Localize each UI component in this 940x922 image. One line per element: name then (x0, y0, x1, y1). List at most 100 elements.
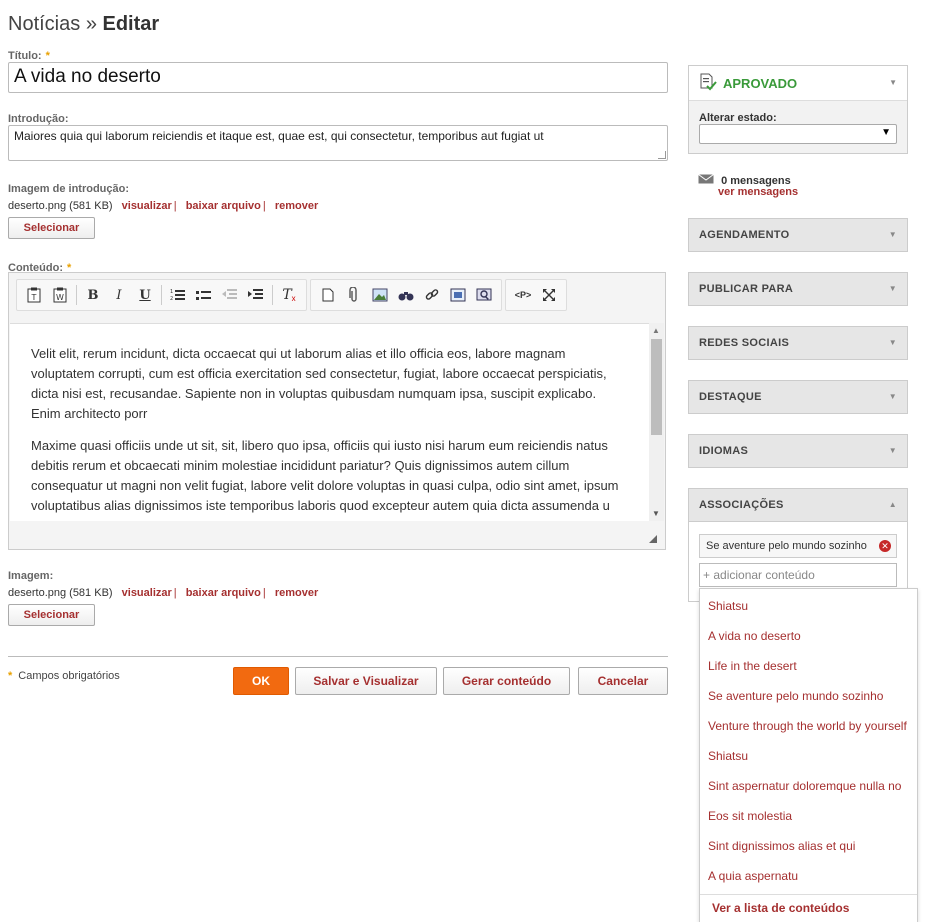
toolbar-separator (76, 285, 77, 305)
list-item[interactable]: Shiatsu (708, 599, 748, 613)
source-icon[interactable]: <P> (512, 284, 534, 306)
page-title: Notícias » Editar (8, 13, 159, 36)
list-item[interactable]: Shiatsu (708, 749, 748, 763)
paste-text-icon[interactable]: T (23, 284, 45, 306)
image-view-link[interactable]: visualizar (122, 587, 172, 599)
embed-icon[interactable] (447, 284, 469, 306)
panel-scheduling[interactable]: AGENDAMENTO ▼ (688, 218, 908, 252)
toolbar-group-clipboard: T W B I U 12 Tx (16, 279, 307, 311)
chevron-down-icon: ▼ (888, 392, 897, 401)
bulleted-list-icon[interactable] (193, 284, 215, 306)
toolbar-group-insert (310, 279, 502, 311)
italic-icon[interactable]: I (108, 284, 130, 306)
editor-scrollbar[interactable]: ▲ ▼ (649, 323, 664, 521)
panel-languages[interactable]: IDIOMAS ▼ (688, 434, 908, 468)
bold-icon[interactable]: B (82, 284, 104, 306)
intro-image-select-button[interactable]: Selecionar (8, 217, 95, 239)
editor-content-area[interactable]: Velit elit, rerum incidunt, dicta occaec… (10, 323, 649, 521)
messages-info: 0 mensagens ver mensagens (698, 174, 798, 198)
scroll-up-icon[interactable]: ▲ (652, 326, 660, 335)
content-paragraph: Velit elit, rerum incidunt, dicta occaec… (31, 346, 607, 421)
list-item[interactable]: A vida no deserto (708, 629, 801, 643)
outdent-icon[interactable] (219, 284, 241, 306)
breadcrumb-separator: » (85, 13, 97, 35)
rich-text-editor: T W B I U 12 Tx <P> Velit elit, rerum in… (8, 272, 666, 550)
panel-highlight[interactable]: DESTAQUE ▼ (688, 380, 908, 414)
intro-image-download-link[interactable]: baixar arquivo (186, 200, 261, 212)
attachment-icon[interactable] (343, 284, 365, 306)
intro-image-filename: deserto.png (581 KB) (8, 200, 113, 212)
image-filename: deserto.png (581 KB) (8, 587, 113, 599)
image-remove-link[interactable]: remover (275, 587, 318, 599)
intro-image-remove-link[interactable]: remover (275, 200, 318, 212)
list-item[interactable]: Life in the desert (708, 659, 797, 673)
content-paragraph: Maxime quasi officiis unde ut sit, sit, … (31, 438, 619, 513)
image-label: Imagem: (8, 570, 54, 582)
approved-doc-icon (699, 73, 717, 94)
save-preview-button[interactable]: Salvar e Visualizar (295, 667, 437, 695)
list-item[interactable]: Se aventure pelo mundo sozinho (708, 689, 883, 703)
panel-associations[interactable]: ASSOCIAÇÕES ▲ (688, 488, 908, 522)
status-header[interactable]: APROVADO ▼ (689, 66, 907, 101)
generate-content-button[interactable]: Gerar conteúdo (443, 667, 570, 695)
association-tag-label: Se aventure pelo mundo sozinho (706, 540, 867, 552)
breadcrumb-section[interactable]: Notícias (8, 13, 80, 35)
list-item[interactable]: Sint dignissimos alias et qui (708, 839, 855, 853)
new-page-icon[interactable] (317, 284, 339, 306)
intro-text: Maiores quia qui laborum reiciendis et i… (14, 129, 544, 143)
cancel-button[interactable]: Cancelar (578, 667, 668, 695)
chevron-down-icon[interactable]: ▼ (889, 78, 897, 87)
scrollbar-thumb[interactable] (651, 339, 662, 435)
toolbar-group-tools: <P> (505, 279, 567, 311)
list-item[interactable]: Sint aspernatur doloremque nulla no (708, 779, 901, 793)
image-icon[interactable] (369, 284, 391, 306)
image-download-link[interactable]: baixar arquivo (186, 587, 261, 599)
chevron-down-icon: ▼ (888, 230, 897, 239)
list-item[interactable]: Venture through the world by yourself (708, 719, 907, 733)
title-label: Título: * (8, 50, 50, 62)
link-icon[interactable] (421, 284, 443, 306)
panel-social-networks[interactable]: REDES SOCIAIS ▼ (688, 326, 908, 360)
resize-handle-icon[interactable] (658, 151, 666, 159)
image-file: deserto.png (581 KB) visualizar | baixar … (8, 587, 319, 599)
add-content-input[interactable]: + adicionar conteúdo (699, 563, 897, 587)
scroll-down-icon[interactable]: ▼ (652, 509, 660, 518)
required-marker: * (45, 50, 50, 62)
paste-word-icon[interactable]: W (49, 284, 71, 306)
image-select-button[interactable]: Selecionar (8, 604, 95, 626)
intro-image-file: deserto.png (581 KB) visualizar | baixar … (8, 200, 319, 212)
ok-button[interactable]: OK (233, 667, 289, 695)
list-item[interactable]: Eos sit molestia (708, 809, 792, 823)
underline-icon[interactable]: U (134, 284, 156, 306)
breadcrumb-current: Editar (102, 13, 160, 35)
intro-image-view-link[interactable]: visualizar (122, 200, 172, 212)
svg-text:T: T (31, 293, 37, 302)
numbered-list-icon[interactable]: 12 (167, 284, 189, 306)
chevron-down-icon: ▼ (888, 284, 897, 293)
intro-textarea[interactable]: Maiores quia qui laborum reiciendis et i… (8, 125, 668, 161)
divider (8, 656, 668, 657)
maximize-icon[interactable] (538, 284, 560, 306)
change-state-label: Alterar estado: (699, 112, 777, 124)
panel-publish-to[interactable]: PUBLICAR PARA ▼ (688, 272, 908, 306)
title-input[interactable]: A vida no deserto (8, 62, 668, 93)
view-messages-link[interactable]: ver mensagens (718, 186, 798, 198)
toolbar-separator (161, 285, 162, 305)
chevron-down-icon: ▼ (888, 338, 897, 347)
preview-icon[interactable] (473, 284, 495, 306)
editor-resize-icon[interactable] (649, 535, 657, 543)
remove-format-icon[interactable]: Tx (278, 284, 300, 306)
toolbar-separator (272, 285, 273, 305)
change-state-select[interactable]: ▼ (699, 124, 897, 144)
list-item[interactable]: A quia aspernatu (708, 869, 798, 883)
intro-image-label: Imagem de introdução: (8, 183, 130, 195)
indent-icon[interactable] (245, 284, 267, 306)
intro-label: Introdução: (8, 113, 69, 125)
svg-text:W: W (56, 293, 64, 302)
remove-tag-icon[interactable]: ✕ (879, 540, 891, 552)
see-content-list-link[interactable]: Ver a lista de conteúdos (700, 894, 917, 922)
envelope-icon (698, 174, 717, 187)
svg-text:2: 2 (170, 296, 173, 302)
find-icon[interactable] (395, 284, 417, 306)
status-panel: APROVADO ▼ Alterar estado: ▼ (688, 65, 908, 154)
